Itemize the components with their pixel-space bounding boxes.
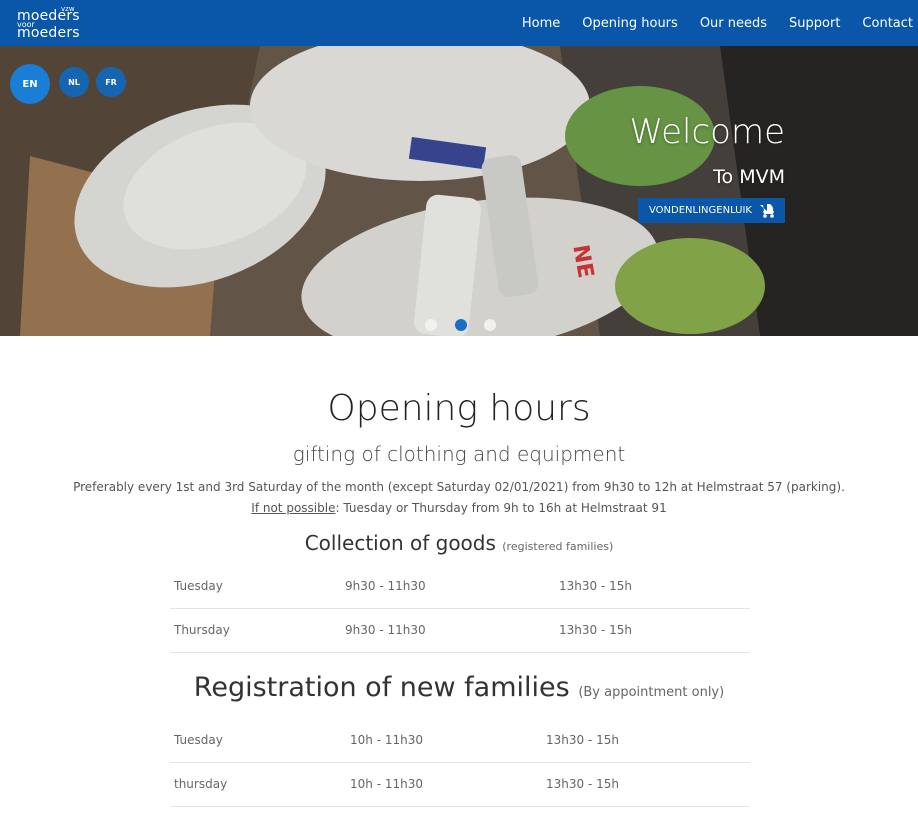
alternate-text: : Tuesday or Thursday from 9h to 16h at … bbox=[335, 501, 667, 515]
hero-carousel: NE EN NL FR Welcome To MVM VONDENLINGENL… bbox=[0, 46, 918, 336]
collection-note: (registered families) bbox=[502, 540, 614, 553]
logo-tag: vzw bbox=[61, 5, 75, 13]
nav-opening-hours[interactable]: Opening hours bbox=[582, 16, 678, 31]
morning-cell: 9h30 - 11h30 bbox=[345, 623, 426, 637]
morning-cell: 10h - 11h30 bbox=[350, 733, 423, 747]
collection-title: Collection of goods bbox=[304, 531, 496, 555]
registration-heading: Registration of new families (By appoint… bbox=[0, 672, 918, 703]
registration-title: Registration of new families bbox=[193, 672, 570, 703]
table-row: thursday 10h - 11h30 13h30 - 15h bbox=[170, 763, 750, 807]
logo-line-2: moeders bbox=[17, 25, 80, 41]
hero-button-label: VONDENLINGENLUIK bbox=[649, 205, 752, 216]
afternoon-cell: 13h30 - 15h bbox=[546, 733, 619, 747]
nav-our-needs[interactable]: Our needs bbox=[700, 16, 767, 31]
lang-en-button[interactable]: EN bbox=[10, 64, 50, 104]
carousel-dot-3[interactable] bbox=[484, 319, 496, 331]
afternoon-cell: 13h30 - 15h bbox=[559, 579, 632, 593]
carousel-dot-1[interactable] bbox=[425, 319, 437, 331]
hero-shoes-photo: NE bbox=[0, 46, 918, 336]
intro-paragraph: Preferably every 1st and 3rd Saturday of… bbox=[73, 480, 845, 494]
nav-support[interactable]: Support bbox=[789, 16, 840, 31]
morning-cell: 9h30 - 11h30 bbox=[345, 579, 426, 593]
afternoon-cell: 13h30 - 15h bbox=[559, 623, 632, 637]
collection-heading: Collection of goods (registered families… bbox=[0, 531, 918, 555]
vondelingenluik-button[interactable]: VONDENLINGENLUIK bbox=[638, 198, 785, 223]
collection-table: Tuesday 9h30 - 11h30 13h30 - 15h Thursda… bbox=[170, 565, 750, 653]
table-row: Tuesday 9h30 - 11h30 13h30 - 15h bbox=[170, 565, 750, 609]
day-cell: Tuesday bbox=[174, 579, 223, 593]
registration-note: (By appointment only) bbox=[578, 685, 725, 700]
hero-subtitle: To MVM bbox=[713, 166, 785, 188]
lang-nl-button[interactable]: NL bbox=[59, 67, 89, 97]
page-title: Opening hours bbox=[327, 388, 591, 429]
page-subtitle: gifting of clothing and equipment bbox=[292, 442, 626, 466]
registration-table: Tuesday 10h - 11h30 13h30 - 15h thursday… bbox=[170, 719, 750, 807]
baby-carriage-icon bbox=[758, 203, 776, 221]
nav-home[interactable]: Home bbox=[522, 16, 560, 31]
alternate-paragraph: If not possible: Tuesday or Thursday fro… bbox=[0, 501, 918, 515]
day-cell: Thursday bbox=[174, 623, 230, 637]
morning-cell: 10h - 11h30 bbox=[350, 777, 423, 791]
main-nav: Home Opening hours Our needs Support Con… bbox=[500, 0, 918, 46]
day-cell: thursday bbox=[174, 777, 228, 791]
top-navbar: moeders vzw voor moeders Home Opening ho… bbox=[0, 0, 918, 46]
day-cell: Tuesday bbox=[174, 733, 223, 747]
nav-contact[interactable]: Contact bbox=[862, 16, 913, 31]
table-row: Tuesday 10h - 11h30 13h30 - 15h bbox=[170, 719, 750, 763]
hero-title: Welcome bbox=[629, 112, 785, 152]
if-not-possible-text: If not possible bbox=[251, 501, 336, 515]
carousel-dot-2[interactable] bbox=[455, 319, 467, 331]
lang-fr-button[interactable]: FR bbox=[96, 67, 126, 97]
site-logo[interactable]: moeders vzw voor moeders bbox=[16, 6, 86, 42]
afternoon-cell: 13h30 - 15h bbox=[546, 777, 619, 791]
table-row: Thursday 9h30 - 11h30 13h30 - 15h bbox=[170, 609, 750, 653]
